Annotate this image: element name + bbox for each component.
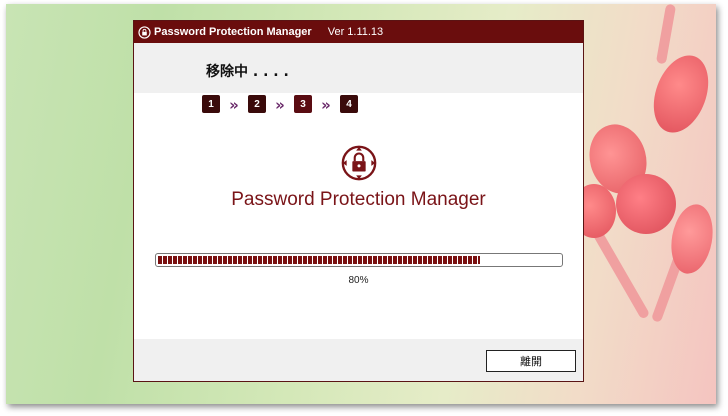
progress-bar — [155, 253, 563, 267]
progress-fill — [158, 256, 480, 264]
exit-button[interactable]: 離開 — [486, 350, 576, 372]
progress-percent: 80% — [348, 275, 369, 286]
flower-stem — [655, 4, 677, 65]
version-label: Ver 1.11.13 — [327, 26, 384, 38]
step-separator-icon: » — [275, 96, 285, 114]
footer-band: 離開 — [134, 339, 583, 381]
step-separator-icon: » — [321, 96, 331, 114]
step-3: 3 — [294, 95, 312, 113]
window-title: Password Protection Manager — [154, 26, 312, 38]
step-4: 4 — [340, 95, 358, 113]
product-name: Password Protection Manager — [231, 189, 486, 210]
flower-petal — [643, 47, 716, 141]
installer-window: Password Protection Manager Ver 1.11.13 … — [133, 20, 584, 382]
flower-stem — [591, 228, 651, 320]
step-separator-icon: » — [229, 96, 239, 114]
header-band: 移除中 . . . . — [134, 43, 583, 93]
flower-petal — [616, 174, 676, 234]
status-text: 移除中 . . . . — [206, 64, 289, 80]
step-1: 1 — [202, 95, 220, 113]
step-2: 2 — [248, 95, 266, 113]
step-indicator: 1 » 2 » 3 » 4 — [202, 95, 358, 114]
app-logo-icon — [138, 25, 151, 39]
lock-target-icon — [341, 145, 377, 181]
title-bar[interactable]: Password Protection Manager Ver 1.11.13 — [134, 21, 583, 43]
